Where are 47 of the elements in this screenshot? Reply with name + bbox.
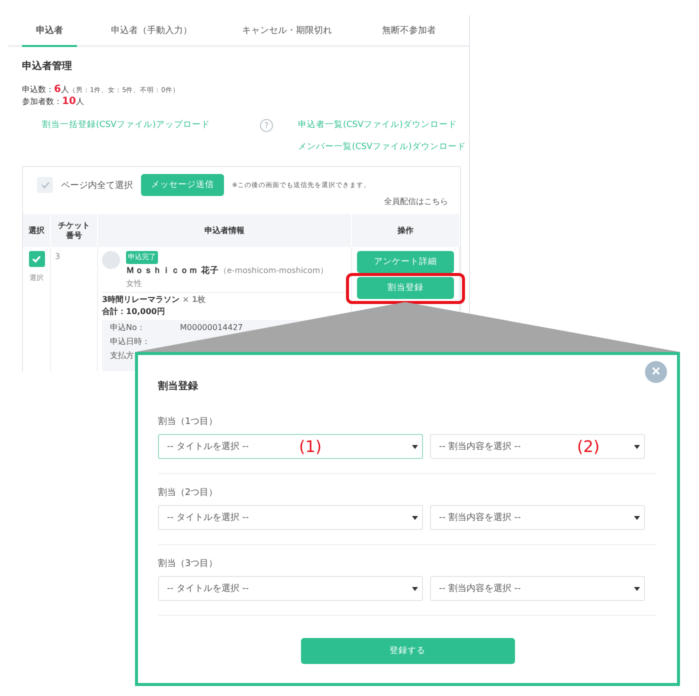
column-header: 操作 <box>352 214 460 247</box>
ticket-quantity: × 1枚 <box>182 295 206 304</box>
tab[interactable]: 申込者 <box>22 15 77 47</box>
total-text: 合計：10,000円 <box>102 306 166 318</box>
annotation-label: (1) <box>299 437 322 456</box>
dropdown-field[interactable]: -- 割当内容を選択 -- <box>430 576 645 601</box>
applicant-name: Ｍｏｓｈｉｃｏｍ 花子 <box>126 266 219 276</box>
user-id: （e-moshicom-moshicom） <box>218 266 328 275</box>
stat-text: 参加者数：10人 <box>22 96 84 108</box>
stat-text: 申込数：6人 <box>22 84 69 96</box>
check-icon <box>40 181 50 189</box>
dropdown-field[interactable]: -- 割当内容を選択 -- <box>430 505 645 530</box>
column-header: 申込者情報 <box>98 214 352 247</box>
column-header: 選択 <box>23 214 51 247</box>
caret-icon <box>634 444 640 448</box>
caret-icon <box>412 444 418 448</box>
checkbox-label: ページ内全て選択 <box>61 180 133 192</box>
broadcast-link[interactable]: 全員配信はこちら <box>384 196 448 214</box>
dropdown-field[interactable]: -- タイトルを選択 -- <box>158 505 423 530</box>
detail-value: M00000014427 <box>180 323 244 333</box>
checkbox[interactable] <box>37 177 53 193</box>
tab[interactable]: 無断不参加者 <box>366 15 452 47</box>
detail-label: 申込日時： <box>110 337 151 347</box>
caret-icon <box>634 586 640 590</box>
avatar-icon <box>102 251 120 269</box>
ticket-name: 3時間リレーマラソン <box>102 295 180 304</box>
gender-text: 女性 <box>126 278 143 289</box>
section-title: 申込者管理 <box>22 61 73 73</box>
caret-icon <box>412 516 418 520</box>
check-icon <box>32 255 41 263</box>
annotation-label: (2) <box>577 437 600 456</box>
checkbox[interactable] <box>28 251 44 267</box>
dropdown-field[interactable]: -- タイトルを選択 -- (1) <box>158 434 423 459</box>
ticket-number: 3 <box>55 252 60 261</box>
dropdown-field[interactable]: -- 割当内容を選択 -- (2) <box>430 434 645 459</box>
detail-label: 申込No： <box>110 323 146 333</box>
group-label: 割当（1つ目） <box>158 416 219 428</box>
modal-title: 割当登録 <box>158 380 199 393</box>
group-label: 割当（3つ目） <box>158 558 219 570</box>
caret-icon <box>412 586 418 590</box>
dropdown-field[interactable]: -- タイトルを選択 -- <box>158 576 423 601</box>
detail-label: 支払方 <box>110 351 135 361</box>
column-header: チケット番号 <box>51 214 98 247</box>
group-label: 割当（2つ目） <box>158 486 219 499</box>
caret-icon <box>634 516 640 520</box>
tab[interactable]: キャンセル・期限切れ <box>226 15 348 47</box>
tab[interactable]: 申込者（手動入力） <box>95 15 208 47</box>
